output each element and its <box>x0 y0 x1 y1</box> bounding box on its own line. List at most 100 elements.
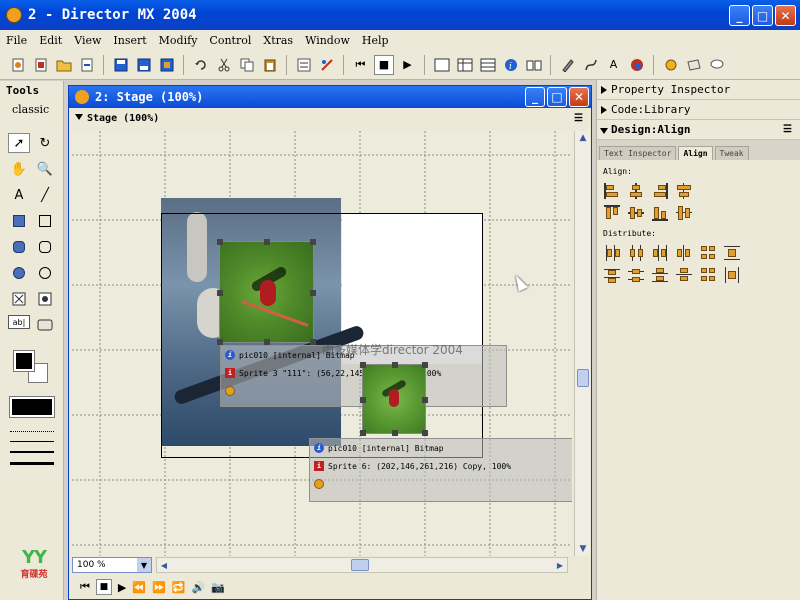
panel-options-icon[interactable]: ☰ <box>574 113 583 124</box>
resize-handle[interactable] <box>264 239 270 245</box>
open-folder-icon[interactable] <box>54 55 73 74</box>
line-tool-icon[interactable]: ╱ <box>34 185 56 205</box>
field-tool-icon[interactable]: ab| <box>8 315 30 329</box>
resize-handle[interactable] <box>422 397 428 403</box>
import-icon[interactable] <box>77 55 96 74</box>
line-none[interactable] <box>10 431 54 432</box>
align-top-icon[interactable] <box>603 204 621 222</box>
resize-handle[interactable] <box>392 430 398 436</box>
distribute-v-center-icon[interactable] <box>627 266 645 284</box>
line-3px[interactable] <box>10 462 54 465</box>
publish-icon[interactable] <box>157 55 176 74</box>
stage-play-icon[interactable]: ▶ <box>118 581 126 594</box>
ellipse-tool-icon[interactable] <box>34 263 56 283</box>
tools-style-select[interactable]: classic <box>0 99 63 119</box>
shockwave-3d-icon[interactable] <box>627 55 646 74</box>
tab-text-inspector[interactable]: Text Inspector <box>599 146 677 160</box>
scroll-up-arrow-icon[interactable]: ▲ <box>575 131 591 145</box>
paste-icon[interactable] <box>260 55 279 74</box>
stage-panel-header[interactable]: Stage (100%) ☰ <box>69 109 591 127</box>
align-h-center-icon[interactable] <box>627 182 645 200</box>
expand-triangle-icon[interactable] <box>601 106 607 114</box>
menu-xtras[interactable]: Xtras <box>257 34 299 47</box>
align-right-icon[interactable] <box>651 182 669 200</box>
distribute-grid-v-icon[interactable] <box>699 266 717 284</box>
stage-minimize-button[interactable]: _ <box>525 87 545 107</box>
sprite-3-bug-image[interactable] <box>217 239 316 345</box>
script-icon[interactable] <box>684 55 703 74</box>
menu-view[interactable]: View <box>68 34 107 47</box>
step-back-icon[interactable]: ⏪ <box>132 581 146 594</box>
tab-align[interactable]: Align <box>678 146 713 160</box>
line-width-selector[interactable] <box>10 431 54 474</box>
filled-rect-tool-icon[interactable] <box>8 211 30 231</box>
camera-icon[interactable]: 📷 <box>211 581 225 594</box>
new-movie-icon[interactable] <box>8 55 27 74</box>
paint-window-icon[interactable] <box>558 55 577 74</box>
roundrect-tool-icon[interactable] <box>34 237 56 257</box>
library-palette-icon[interactable] <box>524 55 543 74</box>
distribute-stage-h-icon[interactable] <box>723 244 741 262</box>
menu-help[interactable]: Help <box>356 34 395 47</box>
design-align-header[interactable]: Design:Align ☰ <box>597 120 800 140</box>
rewind-button[interactable]: ⏮ <box>351 55 370 74</box>
menu-modify[interactable]: Modify <box>153 34 204 47</box>
property-inspector-icon[interactable]: i <box>501 55 520 74</box>
behavior-icon[interactable] <box>661 55 680 74</box>
vertical-scrollbar[interactable]: ▲ ▼ <box>574 131 590 556</box>
vector-shape-icon[interactable] <box>581 55 600 74</box>
menu-file[interactable]: File <box>0 34 33 47</box>
text-tool-icon[interactable]: A <box>8 185 30 205</box>
save-all-icon[interactable] <box>134 55 153 74</box>
collapse-triangle-icon[interactable] <box>600 128 608 134</box>
button-tool-icon[interactable] <box>34 315 56 335</box>
stage-window-icon[interactable] <box>432 55 451 74</box>
rect-tool-icon[interactable] <box>34 211 56 231</box>
exchange-cast-icon[interactable] <box>294 55 313 74</box>
score-window-icon[interactable] <box>478 55 497 74</box>
expand-triangle-icon[interactable] <box>601 86 607 94</box>
sprite-6-bug-image[interactable] <box>360 362 428 436</box>
shockwave-icon[interactable] <box>317 55 336 74</box>
play-button[interactable]: ▶ <box>398 55 417 74</box>
collapse-triangle-icon[interactable] <box>75 114 83 120</box>
menu-edit[interactable]: Edit <box>33 34 68 47</box>
distribute-top-icon[interactable] <box>603 266 621 284</box>
new-cast-icon[interactable] <box>31 55 50 74</box>
line-2px[interactable] <box>10 451 54 453</box>
zoom-tool-icon[interactable]: 🔍 <box>34 159 56 179</box>
stage-canvas[interactable]: i pic010 [internal] Bitmap i Sprite 3 "1… <box>72 131 572 556</box>
resize-handle[interactable] <box>360 362 366 368</box>
resize-handle[interactable] <box>217 239 223 245</box>
scroll-down-arrow-icon[interactable]: ▼ <box>575 542 591 556</box>
close-button[interactable]: ✕ <box>775 5 796 26</box>
align-v-center-icon[interactable] <box>627 204 645 222</box>
arrow-tool-icon[interactable]: ➚ <box>8 133 30 153</box>
color-chips[interactable] <box>12 350 56 387</box>
undo-icon[interactable] <box>191 55 210 74</box>
loop-icon[interactable]: 🔁 <box>172 581 186 594</box>
resize-handle[interactable] <box>360 430 366 436</box>
stage-maximize-button[interactable]: □ <box>547 87 567 107</box>
distribute-stage-v-icon[interactable] <box>723 266 741 284</box>
line-1px[interactable] <box>10 441 54 442</box>
align-reg-point-h-icon[interactable] <box>675 182 693 200</box>
menu-window[interactable]: Window <box>299 34 356 47</box>
resize-handle[interactable] <box>360 397 366 403</box>
save-icon[interactable] <box>111 55 130 74</box>
cut-icon[interactable] <box>214 55 233 74</box>
resize-handle[interactable] <box>422 362 428 368</box>
pattern-chip[interactable] <box>9 396 55 418</box>
distribute-h-center-icon[interactable] <box>627 244 645 262</box>
resize-handle[interactable] <box>422 430 428 436</box>
distribute-widths-icon[interactable] <box>675 244 693 262</box>
zoom-select[interactable]: 100 % ▼ <box>72 557 152 573</box>
copy-icon[interactable] <box>237 55 256 74</box>
step-forward-icon[interactable]: ⏩ <box>152 581 166 594</box>
resize-handle[interactable] <box>217 290 223 296</box>
checkbox-tool-icon[interactable] <box>8 289 30 309</box>
scroll-right-arrow-icon[interactable]: ▶ <box>553 558 567 572</box>
stage-close-button[interactable]: ✕ <box>569 87 589 107</box>
volume-icon[interactable]: 🔊 <box>191 581 205 594</box>
hand-tool-icon[interactable]: ✋ <box>8 159 30 179</box>
